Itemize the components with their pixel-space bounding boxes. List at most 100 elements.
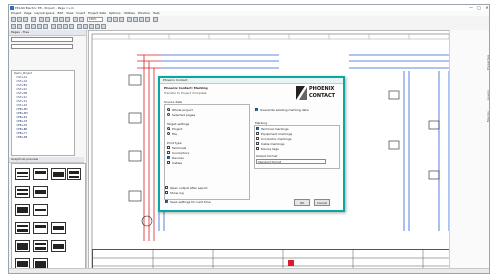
zoom-combo[interactable]: 100%: [87, 17, 103, 22]
page-prev-icon[interactable]: [11, 24, 16, 29]
print-devices-label: Devices: [172, 156, 184, 160]
print-conductors-label: Conductors: [172, 151, 190, 155]
print-devices-checkbox[interactable]: [167, 156, 170, 159]
marking-cable-label: Cable markings: [261, 142, 285, 146]
plc-icon[interactable]: [69, 24, 74, 29]
preview-thumbnail[interactable]: [33, 186, 48, 198]
preview-thumbnail[interactable]: [33, 168, 48, 180]
overwrite-checkbox[interactable]: [255, 108, 258, 111]
reports-icon[interactable]: [153, 17, 158, 22]
snap-icon[interactable]: [113, 17, 118, 22]
zoom-in-icon[interactable]: [73, 17, 78, 22]
motor-icon[interactable]: [63, 24, 68, 29]
panel-tab-properties[interactable]: Properties: [486, 55, 489, 70]
undo-icon[interactable]: [39, 17, 44, 22]
cable-icon[interactable]: [139, 17, 144, 22]
interruption-icon[interactable]: [83, 24, 88, 29]
text-icon[interactable]: [43, 24, 48, 29]
device-navigator-icon[interactable]: [101, 24, 106, 29]
radio-whole-project[interactable]: [167, 108, 170, 111]
radio-target-file[interactable]: [167, 132, 170, 135]
contact-icon[interactable]: [51, 24, 56, 29]
coil-icon[interactable]: [57, 24, 62, 29]
preview-thumbnail[interactable]: [33, 204, 48, 216]
cancel-button[interactable]: Cancel: [314, 199, 330, 206]
preview-thumbnail[interactable]: [51, 240, 66, 252]
connection-icon[interactable]: [133, 17, 138, 22]
app-icon: [10, 6, 14, 10]
preview-thumbnail[interactable]: [15, 240, 30, 252]
status-bar: [9, 268, 489, 273]
preview-thumbnail[interactable]: [15, 204, 30, 216]
grid-icon[interactable]: [107, 17, 112, 22]
redo-icon[interactable]: [45, 17, 50, 22]
open-icon[interactable]: [17, 17, 22, 22]
open-output-checkbox[interactable]: [165, 186, 168, 189]
rectangle-icon[interactable]: [31, 24, 36, 29]
marking-terminal-checkbox[interactable]: [256, 127, 259, 130]
ok-button[interactable]: OK: [294, 199, 310, 206]
page-navigator-panel: Pages - Tree Demo_Project =ST+A1 =ST+A2 …: [9, 30, 87, 273]
print-icon[interactable]: [31, 17, 36, 22]
symbol-icon[interactable]: [127, 17, 132, 22]
paste-icon[interactable]: [65, 17, 70, 22]
radio-target-file-label: File: [172, 132, 178, 136]
marking-conductor-label: Conductor markings: [261, 137, 292, 141]
preview-thumbnail[interactable]: [67, 168, 81, 180]
dialog-subheading: Transfer to Project Complete: [164, 91, 207, 95]
radio-target-project[interactable]: [167, 127, 170, 130]
preview-thumbnail[interactable]: [33, 222, 48, 234]
format-select[interactable]: Standard format: [256, 159, 326, 164]
terminal-icon[interactable]: [145, 17, 150, 22]
logo-line-1: PHOENIX: [309, 86, 335, 92]
show-log-checkbox[interactable]: [165, 191, 168, 194]
right-panel: Properties Layers Macros: [449, 30, 489, 273]
marking-conductor-checkbox[interactable]: [256, 137, 259, 140]
page-next-icon[interactable]: [17, 24, 22, 29]
structure-box-icon[interactable]: [95, 24, 100, 29]
potential-icon[interactable]: [77, 24, 82, 29]
panel-tab-layers[interactable]: Layers: [486, 90, 489, 100]
save-icon[interactable]: [23, 17, 28, 22]
phoenix-marking-dialog: Phoenix Contact Phoenix Contact: Marking…: [158, 76, 345, 212]
preview-thumbnail[interactable]: [15, 168, 30, 180]
marking-cable-checkbox[interactable]: [256, 142, 259, 145]
dialog-heading: Phoenix Contact: Marking: [164, 86, 208, 90]
marking-device-tag-label: Device tags: [261, 147, 279, 151]
marking-device-tag-checkbox[interactable]: [256, 147, 259, 150]
black-box-icon[interactable]: [89, 24, 94, 29]
zoom-out-icon[interactable]: [79, 17, 84, 22]
save-settings-label: Save settings for next time: [170, 200, 211, 204]
cut-icon[interactable]: [53, 17, 58, 22]
line-icon[interactable]: [25, 24, 30, 29]
title-block-logo-mark: [288, 260, 294, 266]
radio-selected-pages[interactable]: [167, 113, 170, 116]
tree-item[interactable]: =EB+Z8: [16, 136, 27, 140]
new-icon[interactable]: [11, 17, 16, 22]
circle-icon[interactable]: [37, 24, 42, 29]
panel-tab-macros[interactable]: Macros: [486, 111, 489, 122]
page-navigator-title: Pages - Tree: [9, 30, 86, 36]
copy-icon[interactable]: [59, 17, 64, 22]
format-label: Output format: [256, 154, 278, 158]
filter-combo[interactable]: [11, 37, 73, 42]
overwrite-label: Overwrite existing marking data: [260, 108, 309, 112]
print-terminals-checkbox[interactable]: [167, 146, 170, 149]
radio-selected-pages-label: Selected pages: [172, 113, 196, 117]
print-type-label: Print type: [167, 141, 182, 145]
print-conductors-checkbox[interactable]: [167, 151, 170, 154]
radio-whole-project-label: Whole project: [172, 108, 193, 112]
radio-target-project-label: Project: [172, 127, 183, 131]
preview-thumbnail[interactable]: [33, 240, 48, 252]
preview-thumbnail[interactable]: [15, 222, 30, 234]
marking-equipment-checkbox[interactable]: [256, 132, 259, 135]
preview-thumbnail[interactable]: [15, 186, 30, 198]
print-cables-checkbox[interactable]: [167, 161, 170, 164]
preview-thumbnail[interactable]: [51, 168, 66, 180]
search-field[interactable]: [11, 44, 73, 49]
save-settings-checkbox[interactable]: [165, 200, 168, 203]
layer-icon[interactable]: [119, 17, 124, 22]
print-cables-label: Cables: [172, 161, 183, 165]
target-label: Target settings: [167, 122, 190, 126]
preview-thumbnail[interactable]: [51, 222, 66, 234]
